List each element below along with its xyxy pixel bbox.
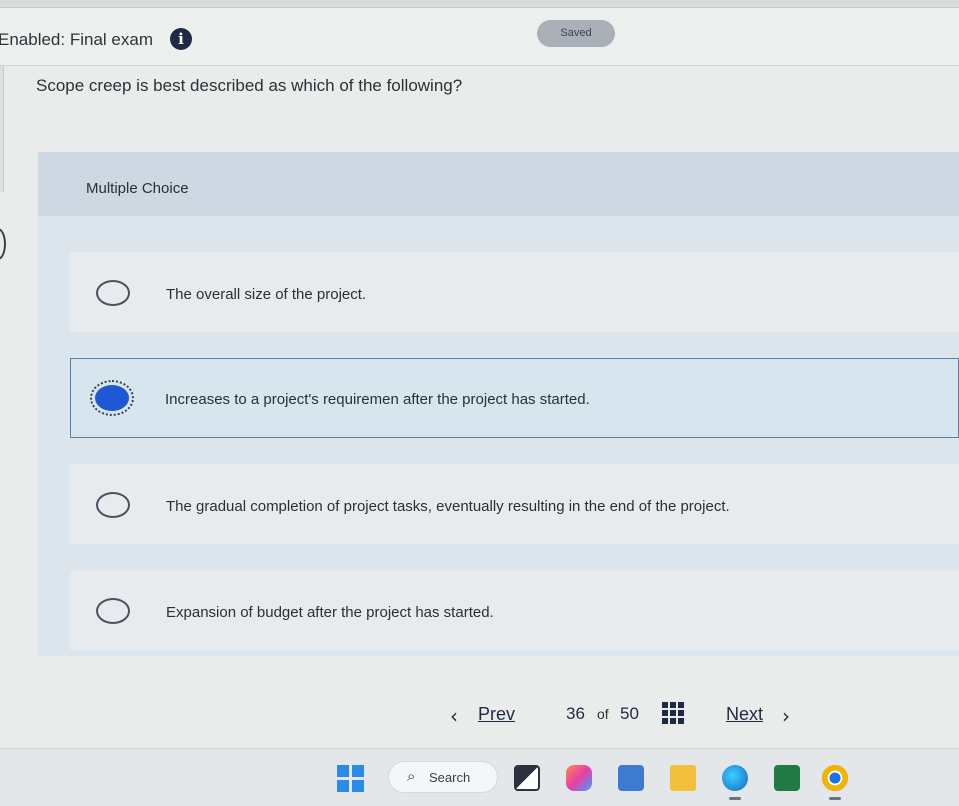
- chevron-left-icon[interactable]: ‹: [450, 704, 458, 728]
- question-grid-icon[interactable]: [662, 702, 684, 724]
- excel-icon[interactable]: [774, 765, 800, 791]
- chevron-right-icon[interactable]: ›: [782, 704, 790, 728]
- option-1-text: The overall size of the project.: [166, 286, 367, 303]
- page-of-label: of: [597, 706, 609, 722]
- taskbar-search-label: Search: [429, 770, 471, 785]
- windows-taskbar: ⌕ Search: [0, 748, 959, 806]
- top-strip: [0, 0, 959, 8]
- radio-button-option-1[interactable]: [96, 280, 130, 306]
- question-text: Scope creep is best described as which o…: [36, 76, 463, 95]
- edge-icon[interactable]: [722, 765, 748, 791]
- calculator-icon[interactable]: [618, 765, 644, 791]
- task-view-icon[interactable]: [514, 765, 540, 791]
- answer-option-2[interactable]: Increases to a project's requiremen afte…: [70, 358, 959, 438]
- answer-option-3[interactable]: The gradual completion of project tasks,…: [70, 464, 959, 544]
- option-3-text: The gradual completion of project tasks,…: [166, 498, 730, 515]
- chrome-active-indicator: [829, 797, 841, 800]
- info-icon[interactable]: i: [170, 28, 192, 50]
- radio-button-option-4[interactable]: [96, 598, 130, 624]
- option-2-text: Increases to a project's requiremen afte…: [165, 391, 590, 408]
- next-button[interactable]: Next: [726, 704, 763, 725]
- option-4-text: Expansion of budget after the project ha…: [166, 604, 494, 621]
- chrome-icon[interactable]: [822, 765, 848, 791]
- exam-header: Enabled: Final exam i Saved: [0, 8, 959, 66]
- file-explorer-icon[interactable]: [670, 765, 696, 791]
- left-edge-handle: [0, 228, 6, 260]
- total-pages-number: 50: [620, 704, 639, 723]
- windows-start-icon[interactable]: [337, 765, 364, 792]
- current-page-number: 36: [566, 704, 585, 723]
- answer-options-panel: The overall size of the project. Increas…: [38, 216, 959, 656]
- question-type-label: Multiple Choice: [86, 180, 189, 197]
- search-icon: ⌕: [407, 768, 416, 785]
- taskbar-search-box[interactable]: ⌕ Search: [388, 761, 498, 793]
- radio-button-option-2[interactable]: [90, 380, 134, 416]
- question-type-header: Multiple Choice: [38, 152, 959, 216]
- saved-status-badge: Saved: [537, 20, 615, 47]
- answer-option-1[interactable]: The overall size of the project.: [70, 252, 959, 332]
- question-navigation: ‹ Prev 36 of 50 Next ›: [0, 690, 959, 740]
- prev-button[interactable]: Prev: [478, 704, 515, 725]
- copilot-icon[interactable]: [566, 765, 592, 791]
- left-sidebar-edge: [0, 66, 4, 192]
- answer-option-4[interactable]: Expansion of budget after the project ha…: [70, 570, 959, 650]
- exam-title: Enabled: Final exam: [0, 30, 153, 49]
- radio-button-option-3[interactable]: [96, 492, 130, 518]
- edge-active-indicator: [729, 797, 741, 800]
